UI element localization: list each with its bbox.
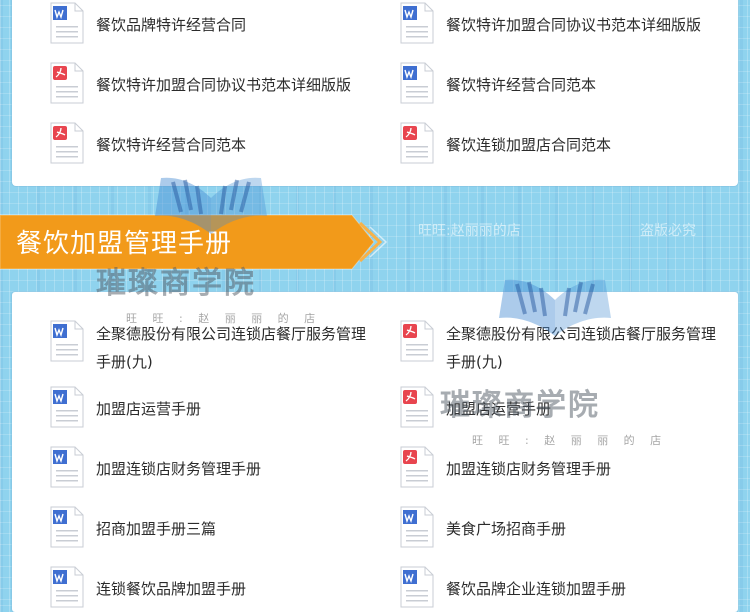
file-name: 美食广场招商手册: [446, 520, 567, 538]
file-name: 加盟店运营手册: [96, 400, 202, 418]
file-name: 餐饮品牌企业连锁加盟手册: [446, 580, 627, 598]
word-doc-icon: [50, 320, 84, 362]
file-name: 餐饮品牌特许经营合同: [96, 16, 247, 34]
top-file-card: 餐饮品牌特许经营合同 餐饮特许加盟合同协议书范本详细版版 餐饮特许加盟合同协议书…: [12, 0, 738, 186]
word-doc-icon: [50, 566, 84, 608]
file-name: 加盟连锁店财务管理手册: [446, 460, 612, 478]
background-caption: 旺旺:赵丽丽的店: [418, 223, 521, 239]
section-banner: 餐饮加盟管理手册: [0, 211, 390, 271]
file-name: 餐饮特许加盟合同协议书范本详细版版: [96, 76, 352, 94]
file-name: 连锁餐饮品牌加盟手册: [96, 580, 247, 598]
pdf-doc-icon: [50, 122, 84, 164]
word-doc-icon: [50, 2, 84, 44]
bottom-file-card: 全聚德股份有限公司连锁店餐厅服务管理手册(九) 全聚德股份有限公司连锁店餐厅服务…: [12, 292, 738, 612]
file-name: 加盟连锁店财务管理手册: [96, 460, 262, 478]
file-name: 招商加盟手册三篇: [96, 520, 217, 538]
word-doc-icon: [400, 506, 434, 548]
background-caption: 盗版必究: [640, 223, 696, 239]
word-doc-icon: [400, 2, 434, 44]
pdf-doc-icon: [400, 386, 434, 428]
pdf-doc-icon: [400, 122, 434, 164]
file-name: 全聚德股份有限公司连锁店餐厅服务管理手册(九): [446, 325, 717, 371]
file-name: 餐饮连锁加盟店合同范本: [446, 136, 612, 154]
pdf-doc-icon: [400, 446, 434, 488]
word-doc-icon: [50, 446, 84, 488]
file-name: 餐饮特许加盟合同协议书范本详细版版: [446, 16, 702, 34]
word-doc-icon: [400, 62, 434, 104]
pdf-doc-icon: [400, 320, 434, 362]
file-name: 餐饮特许经营合同范本: [446, 76, 597, 94]
file-name: 全聚德股份有限公司连锁店餐厅服务管理手册(九): [96, 325, 367, 371]
word-doc-icon: [50, 506, 84, 548]
pdf-doc-icon: [50, 62, 84, 104]
file-name: 加盟店运营手册: [446, 400, 552, 418]
word-doc-icon: [400, 566, 434, 608]
section-title: 餐饮加盟管理手册: [16, 229, 233, 259]
file-name: 餐饮特许经营合同范本: [96, 136, 247, 154]
word-doc-icon: [50, 386, 84, 428]
